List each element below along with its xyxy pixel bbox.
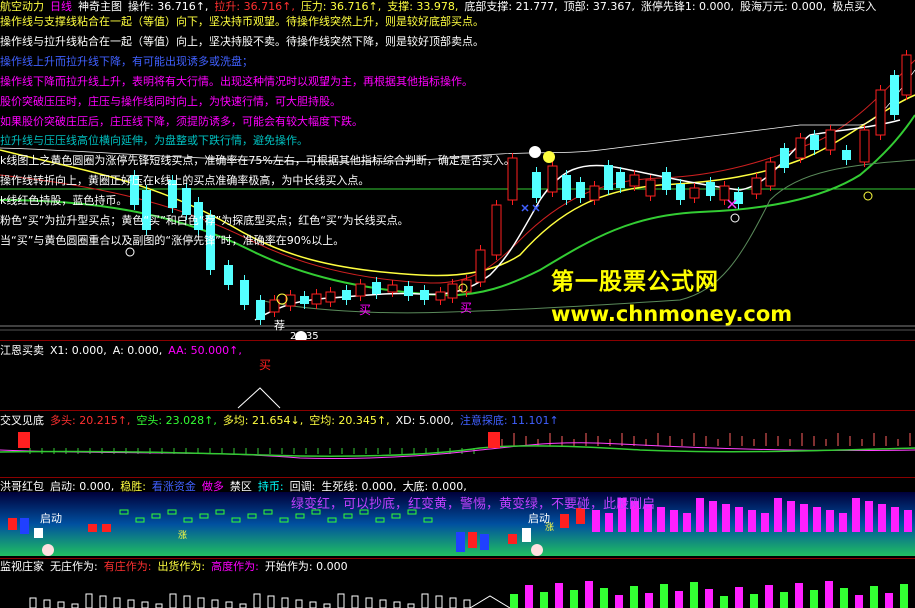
up-label: 涨	[545, 523, 555, 533]
note-line: 操作线与支撑线粘合在一起（等值）向下，坚决持币观望。待操作线突然上升，则是较好底…	[0, 15, 484, 28]
buy-marker: 买	[359, 303, 372, 317]
chibi-label: 持币:	[257, 480, 284, 493]
jiankong-header: 监视庄家 无庄作为: 有庄作为: 出货作为: 高度作为: 开始作为: 0.000	[0, 560, 354, 574]
note-line: k线红色持股，蓝色持币。	[0, 194, 128, 207]
watermark-title: 第一股票公式网	[551, 269, 719, 295]
note-line: 操作线与拉升线粘合在一起（等值）向上，坚决持股不卖。待操作线突然下降，则是较好顶…	[0, 35, 484, 48]
note-line: 操作线转折向上，黄圈正好压在k线上的买点准确率极高，为中长线买入点。	[0, 174, 370, 187]
panel-divider	[0, 558, 915, 559]
youtui-label: 看涨资金	[151, 480, 196, 493]
note-line: 当“买”与黄色圆圈重合以及副图的“涨停先锋”时，准确率在90%以上。	[0, 234, 345, 247]
ma-red-line	[0, 59, 915, 284]
gaodu-label: 高度作为:	[211, 560, 259, 573]
youzhuang-label: 有庄作为:	[103, 560, 152, 573]
huice-label: 回调:	[289, 480, 316, 493]
note-line: k线图上之黄色圆圈为涨停先锋短线买点，准确率在75%左右，可根据其他指标综合判断…	[0, 154, 515, 167]
watermark-url: www.chnmoney.com	[551, 302, 793, 326]
main-kline-chart[interactable]	[0, 0, 915, 340]
jiaocha-chart	[0, 432, 915, 460]
buy-circle-1	[125, 247, 135, 257]
jinqu-label: 禁区	[229, 480, 252, 493]
note-line: 股价突破压压时，庄压与操作线同时向上，为快速行情，可大胆持股。	[0, 95, 341, 108]
panel-title[interactable]: 洪哥红包	[0, 480, 44, 493]
kaishi-value: 开始作为: 0.000	[264, 560, 348, 573]
note-line: 粉色“买”为拉升型买点；黄色“买”和白色“荐”为探底型买点；红色“买”为长线买点…	[0, 214, 409, 227]
dadie-value: 大底: 0.000,	[402, 480, 467, 493]
smiley-icon	[529, 146, 541, 158]
jiangen-chart	[237, 387, 281, 409]
panel-title[interactable]: 监视庄家	[0, 560, 44, 573]
recommend-marker: 荐	[274, 319, 285, 332]
jiankong-chart	[29, 581, 908, 608]
note-line: 操作线下降而拉升线上升，表明将有大行情。出现这种情况时以观望为主，再根据其他指标…	[0, 75, 473, 88]
wensheng-label: 稳胜:	[120, 480, 146, 493]
zuoduo-label: 做多	[201, 480, 224, 493]
chuhuo-label: 出货作为:	[157, 560, 206, 573]
smiley-icon	[42, 544, 54, 556]
up-label: 涨	[178, 531, 188, 541]
shengsi-value: 生死线: 0.000,	[321, 480, 397, 493]
smiley-icon	[543, 151, 555, 163]
honggehong-header: 洪哥红包 启动: 0.000, 稳胜: 看涨资金 做多 禁区 持币: 回调: 生死线: 0.00…	[0, 480, 473, 494]
note-line: 拉升线与压压线高位横向延伸，为盘整或下跌行情，避免操作。	[0, 134, 308, 147]
limit-circle-3	[863, 191, 873, 201]
wuzhuang-label: 无庄作为:	[50, 560, 98, 573]
note-line: 操作线上升而拉升线下降，有可能出现诱多或洗盘；	[0, 55, 253, 68]
buy-circle-2	[730, 213, 740, 223]
buy-marker: 买	[460, 301, 473, 315]
note-line: 如果股价突破庄压后，庄压线下降，须提防诱多，可能会有较大幅度下跌。	[0, 115, 363, 128]
qidong-value: 启动: 0.000,	[50, 480, 115, 493]
smiley-icon	[531, 544, 543, 556]
start-label: 启动	[40, 512, 62, 525]
honggehong-slogan: 绿变红，可以抄底，红变黄，警惕，黄变绿，不要碰，此股刚启	[291, 497, 656, 512]
